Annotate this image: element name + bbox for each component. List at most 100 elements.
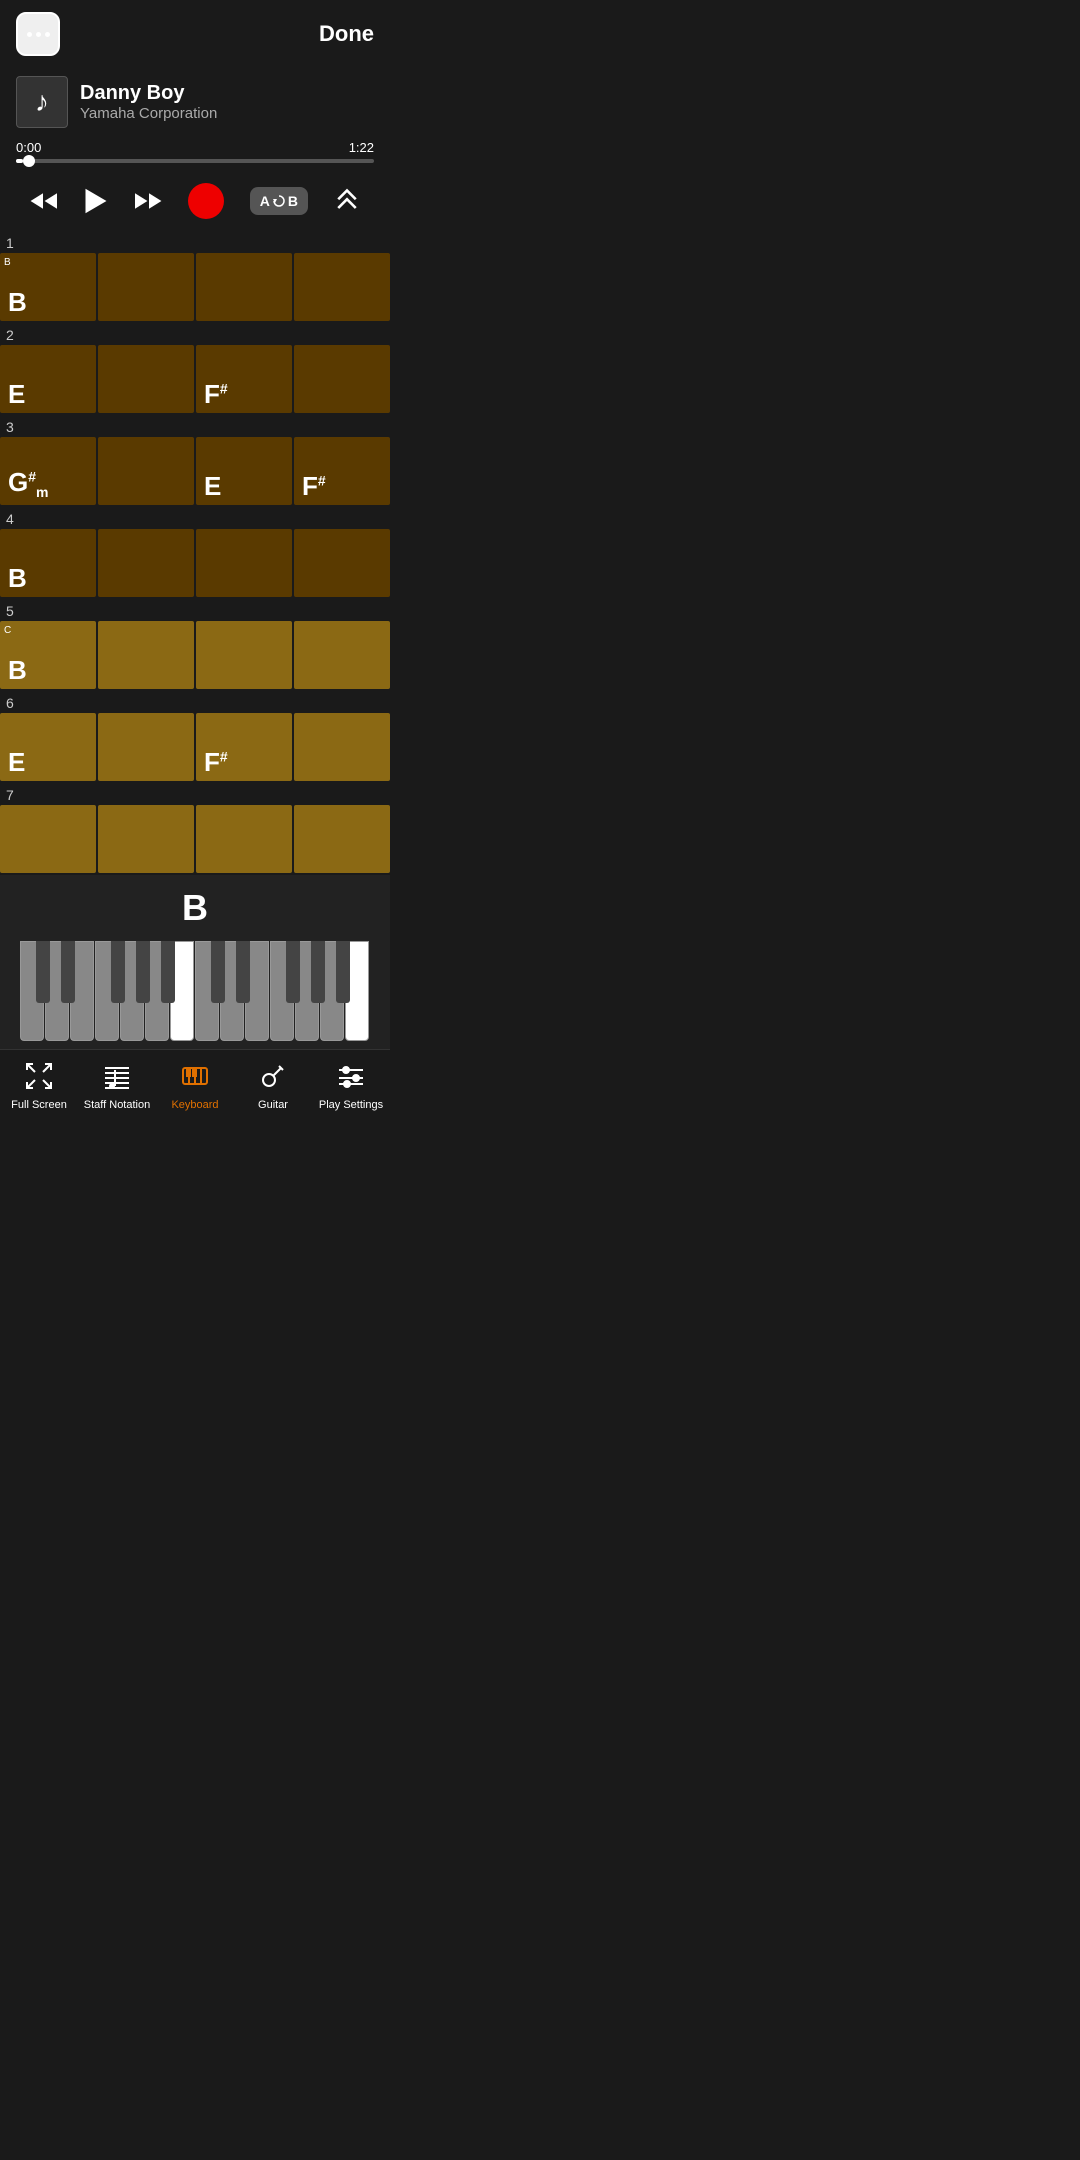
total-time: 1:22 xyxy=(349,140,374,155)
settings-icon xyxy=(337,1062,365,1095)
ab-button[interactable]: A B xyxy=(250,187,308,215)
play-button[interactable] xyxy=(82,187,110,215)
music-note-icon: ♪ xyxy=(35,86,49,118)
bar-row-3: 3G#mEF# xyxy=(0,415,390,505)
chord-cell-7-1[interactable] xyxy=(0,805,96,873)
chord-label-4-1: B xyxy=(8,565,27,591)
black-key-8[interactable] xyxy=(236,941,250,1003)
chord-cell-6-3[interactable]: F# xyxy=(196,713,292,781)
nav-item-fullscreen[interactable]: Full Screen xyxy=(0,1058,78,1115)
ab-repeat-icon xyxy=(272,194,286,208)
chord-cell-2-2[interactable] xyxy=(98,345,194,413)
nav-label-keyboard: Keyboard xyxy=(171,1099,218,1111)
bar-cells-7 xyxy=(0,805,390,873)
rewind-button[interactable] xyxy=(29,187,57,215)
done-button[interactable]: Done xyxy=(319,21,374,47)
chord-label-2-1: E xyxy=(8,381,25,407)
black-key-1[interactable] xyxy=(61,941,75,1003)
black-key-3[interactable] xyxy=(111,941,125,1003)
song-title: Danny Boy xyxy=(80,82,374,105)
progress-bar[interactable] xyxy=(16,159,374,163)
song-artist: Yamaha Corporation xyxy=(80,105,374,122)
current-time: 0:00 xyxy=(16,140,41,155)
ab-b-label: B xyxy=(288,193,298,209)
album-art: ♪ xyxy=(16,76,68,128)
bar-number-7: 7 xyxy=(0,783,390,805)
bar-row-2: 2 E F# xyxy=(0,323,390,413)
chord-label-2-3: F# xyxy=(204,381,228,407)
chord-label-3-4: F# xyxy=(302,473,326,499)
chord-cell-5-2[interactable] xyxy=(98,621,194,689)
dot1 xyxy=(27,32,32,37)
app-container: Done ♪ Danny Boy Yamaha Corporation 0:00… xyxy=(0,0,390,1131)
chord-cell-6-2[interactable] xyxy=(98,713,194,781)
bar-row-7: 7 xyxy=(0,783,390,873)
section-marker-1: B xyxy=(4,257,11,268)
chord-cell-1-2[interactable] xyxy=(98,253,194,321)
black-key-0[interactable] xyxy=(36,941,50,1003)
nav-label-settings: Play Settings xyxy=(319,1099,383,1111)
bar-row-4: 4B xyxy=(0,507,390,597)
chord-cell-6-1[interactable]: E xyxy=(0,713,96,781)
menu-button[interactable] xyxy=(16,12,60,56)
progress-thumb[interactable] xyxy=(23,155,35,167)
black-key-12[interactable] xyxy=(336,941,350,1003)
chord-cell-7-4[interactable] xyxy=(294,805,390,873)
playback-controls: A B xyxy=(0,171,390,231)
keyboard-icon xyxy=(181,1062,209,1095)
chord-cell-2-3[interactable]: F# xyxy=(196,345,292,413)
chord-cell-3-1[interactable]: G#m xyxy=(0,437,96,505)
chord-cell-4-1[interactable]: B xyxy=(0,529,96,597)
bar-cells-6: E F# xyxy=(0,713,390,781)
chord-section: 1BB2EF#3G#mEF#4B5CB6EF#7 xyxy=(0,231,390,873)
chord-cell-5-3[interactable] xyxy=(196,621,292,689)
chord-cell-1-1[interactable]: BB xyxy=(0,253,96,321)
black-key-11[interactable] xyxy=(311,941,325,1003)
chord-cell-1-4[interactable] xyxy=(294,253,390,321)
black-key-4[interactable] xyxy=(136,941,150,1003)
chord-cell-4-2[interactable] xyxy=(98,529,194,597)
dot2 xyxy=(36,32,41,37)
nav-item-settings[interactable]: Play Settings xyxy=(312,1058,390,1115)
nav-label-staff: Staff Notation xyxy=(84,1099,150,1111)
black-key-5[interactable] xyxy=(161,941,175,1003)
bar-cells-5: CB xyxy=(0,621,390,689)
time-row: 0:00 1:22 xyxy=(16,140,374,155)
bar-row-5: 5CB xyxy=(0,599,390,689)
chord-cell-3-3[interactable]: E xyxy=(196,437,292,505)
bar-number-2: 2 xyxy=(0,323,390,345)
guitar-icon xyxy=(259,1062,287,1095)
fast-forward-button[interactable] xyxy=(135,187,163,215)
nav-item-keyboard[interactable]: Keyboard xyxy=(156,1058,234,1115)
chord-cell-2-4[interactable] xyxy=(294,345,390,413)
chord-cell-6-4[interactable] xyxy=(294,713,390,781)
bar-cells-3: G#m E F# xyxy=(0,437,390,505)
fullscreen-icon xyxy=(25,1062,53,1095)
chord-cell-1-3[interactable] xyxy=(196,253,292,321)
nav-item-staff[interactable]: Staff Notation xyxy=(78,1058,156,1115)
song-details: Danny Boy Yamaha Corporation xyxy=(80,82,374,122)
bar-number-5: 5 xyxy=(0,599,390,621)
chord-cell-7-2[interactable] xyxy=(98,805,194,873)
chord-cell-5-1[interactable]: CB xyxy=(0,621,96,689)
bar-row-1: 1BB xyxy=(0,231,390,321)
chord-label-3-1: G#m xyxy=(8,469,48,499)
chord-cell-3-2[interactable] xyxy=(98,437,194,505)
nav-item-guitar[interactable]: Guitar xyxy=(234,1058,312,1115)
chord-cell-5-4[interactable] xyxy=(294,621,390,689)
chord-cell-4-4[interactable] xyxy=(294,529,390,597)
chord-cell-4-3[interactable] xyxy=(196,529,292,597)
record-button[interactable] xyxy=(188,183,224,219)
black-key-10[interactable] xyxy=(286,941,300,1003)
chord-label-6-1: E xyxy=(8,749,25,775)
chord-label-6-3: F# xyxy=(204,749,228,775)
dot3 xyxy=(45,32,50,37)
chord-cell-3-4[interactable]: F# xyxy=(294,437,390,505)
black-key-7[interactable] xyxy=(211,941,225,1003)
bar-row-6: 6EF# xyxy=(0,691,390,781)
progress-area[interactable]: 0:00 1:22 xyxy=(0,136,390,171)
scroll-up-button[interactable] xyxy=(333,187,361,215)
chord-cell-7-3[interactable] xyxy=(196,805,292,873)
staff-icon xyxy=(103,1062,131,1095)
chord-cell-2-1[interactable]: E xyxy=(0,345,96,413)
